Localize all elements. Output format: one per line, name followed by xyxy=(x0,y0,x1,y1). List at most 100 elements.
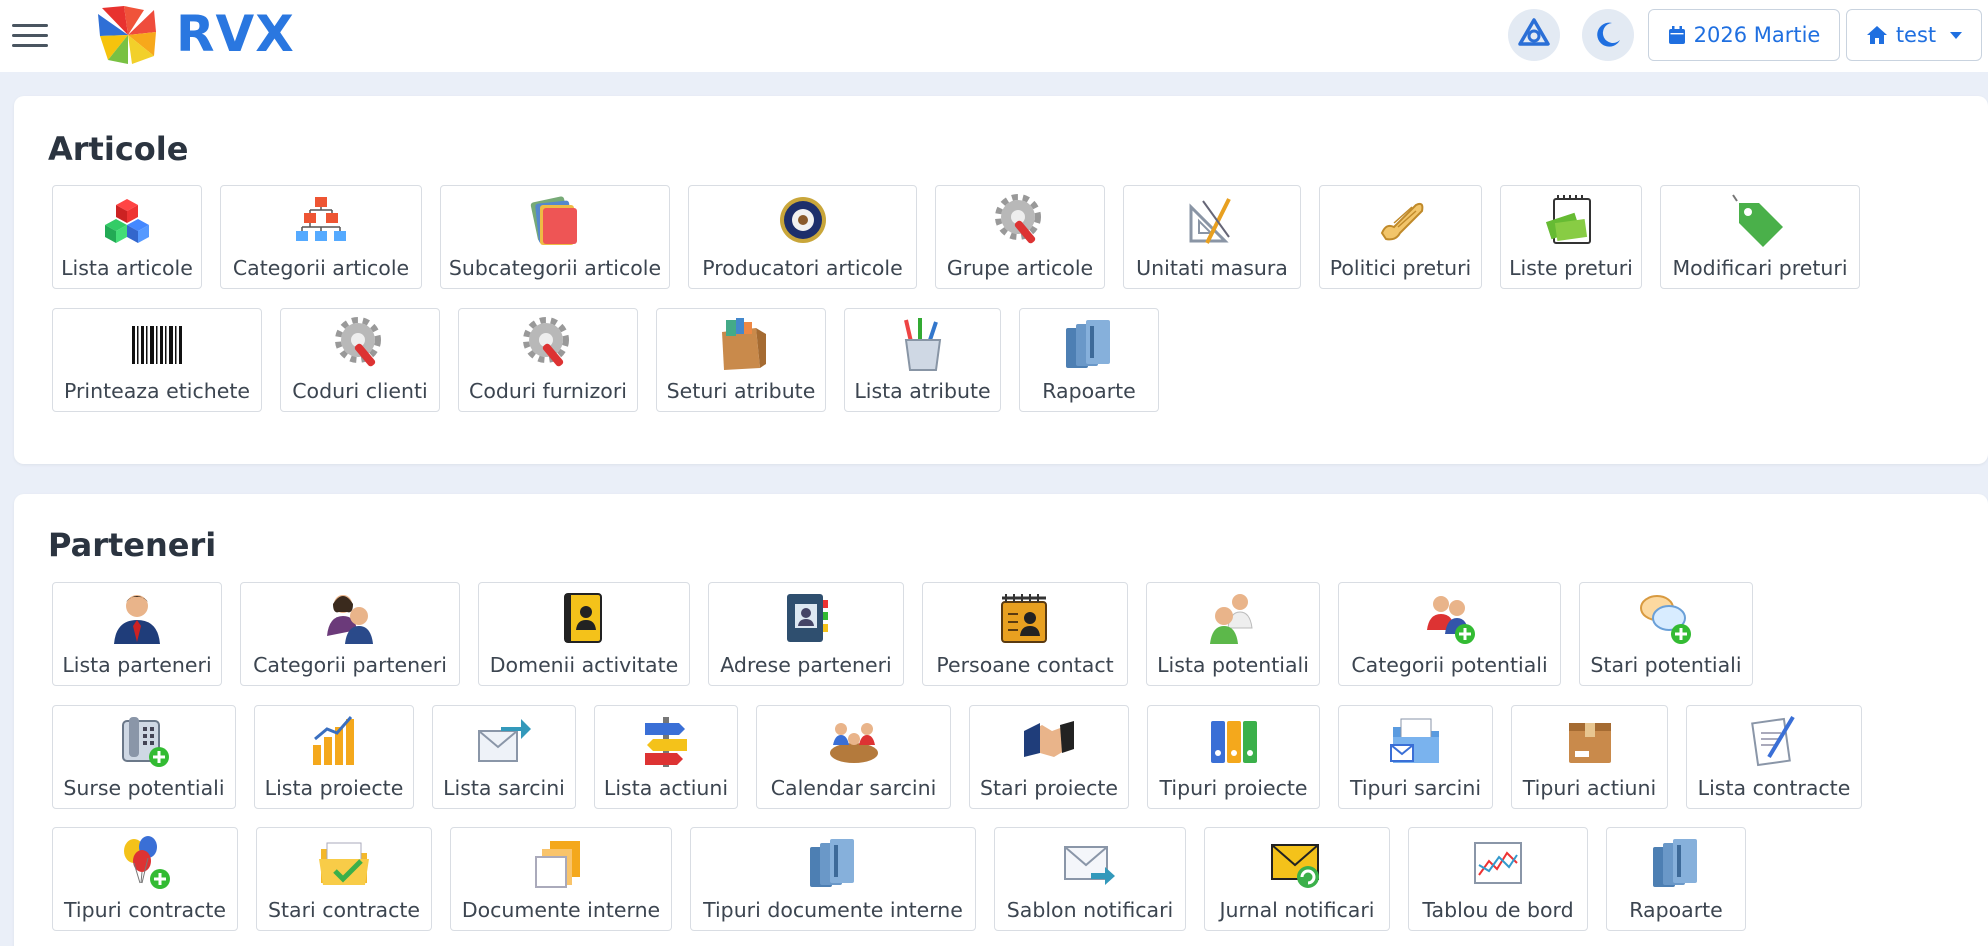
rvx-logo[interactable] xyxy=(94,2,162,68)
unity-button[interactable] xyxy=(1508,9,1560,61)
period-button[interactable]: 2026 Martie xyxy=(1648,9,1840,61)
tile-label: Sablon notificari xyxy=(1006,898,1174,922)
rolodex-icon xyxy=(996,591,1054,645)
tile-lista-articole[interactable]: Lista articole xyxy=(52,185,202,289)
tile-domenii-activitate[interactable]: Domenii activitate xyxy=(478,582,690,686)
price-tag-icon xyxy=(1731,194,1789,248)
envelope-refresh-icon xyxy=(1268,836,1326,890)
company-label: test xyxy=(1895,23,1937,47)
tile-rapoarte[interactable]: Rapoarte xyxy=(1019,308,1159,412)
tile-label: Tipuri proiecte xyxy=(1159,776,1308,800)
tile-modificari-preturi[interactable]: Modificari preturi xyxy=(1660,185,1860,289)
tile-label: Tipuri actiuni xyxy=(1522,776,1657,800)
tile-label: Subcategorii articole xyxy=(448,256,662,280)
address-book-icon xyxy=(555,591,613,645)
tile-adrese-parteneri[interactable]: Adrese parteneri xyxy=(708,582,904,686)
signpost-icon xyxy=(637,714,695,768)
tile-seturi-atribute[interactable]: Seturi atribute xyxy=(656,308,826,412)
tile-lista-potentiali[interactable]: Lista potentiali xyxy=(1146,582,1320,686)
tile-label: Categorii potentiali xyxy=(1351,653,1548,677)
dark-mode-toggle[interactable] xyxy=(1582,9,1634,61)
people-icon xyxy=(321,591,379,645)
top-navbar: RVX 2026 Martie test xyxy=(0,0,1988,72)
tile-label: Printeaza etichete xyxy=(63,379,251,403)
cubes-icon xyxy=(98,194,156,248)
drafting-tools-icon xyxy=(1183,194,1241,248)
handshake-icon xyxy=(1020,714,1078,768)
scroll-icon xyxy=(1372,194,1430,248)
tile-printeaza-etichete[interactable]: Printeaza etichete xyxy=(52,308,262,412)
calendar-icon xyxy=(1668,26,1685,44)
tile-producatori-articole[interactable]: Producatori articole xyxy=(688,185,917,289)
section-title: Parteneri xyxy=(48,526,217,564)
meeting-icon xyxy=(825,714,883,768)
tile-tablou-de-bord[interactable]: Tablou de bord xyxy=(1408,827,1588,931)
company-dropdown[interactable]: test xyxy=(1846,9,1982,61)
tile-lista-actiuni[interactable]: Lista actiuni xyxy=(594,705,738,809)
tile-subcategorii-articole[interactable]: Subcategorii articole xyxy=(440,185,670,289)
tile-label: Domenii activitate xyxy=(489,653,679,677)
paper-bag-icon xyxy=(712,317,770,371)
tile-politici-preturi[interactable]: Politici preturi xyxy=(1319,185,1482,289)
tile-label: Adrese parteneri xyxy=(720,653,892,677)
tile-label: Stari potentiali xyxy=(1590,653,1742,677)
section-title: Articole xyxy=(48,130,189,168)
brand-name: RVX xyxy=(176,5,295,63)
tile-categorii-potentiali[interactable]: Categorii potentiali xyxy=(1338,582,1561,686)
tile-label: Lista parteneri xyxy=(62,653,212,677)
tile-surse-potentiali[interactable]: Surse potentiali xyxy=(52,705,236,809)
box-icon xyxy=(1561,714,1619,768)
tile-calendar-sarcini[interactable]: Calendar sarcini xyxy=(756,705,951,809)
tile-documente-interne[interactable]: Documente interne xyxy=(450,827,672,931)
tile-grupe-articole[interactable]: Grupe articole xyxy=(935,185,1105,289)
tile-lista-parteneri[interactable]: Lista parteneri xyxy=(52,582,222,686)
document-pen-icon xyxy=(1745,714,1803,768)
tile-label: Stari contracte xyxy=(267,898,420,922)
home-icon xyxy=(1866,26,1887,44)
tile-jurnal-notificari[interactable]: Jurnal notificari xyxy=(1204,827,1390,931)
tile-coduri-clienti[interactable]: Coduri clienti xyxy=(280,308,440,412)
tile-tipuri-documente-interne[interactable]: Tipuri documente interne xyxy=(690,827,976,931)
binders-icon xyxy=(804,836,862,890)
tile-stari-potentiali[interactable]: Stari potentiali xyxy=(1579,582,1753,686)
tile-label: Categorii parteneri xyxy=(253,653,447,677)
chevron-down-icon xyxy=(1950,31,1963,39)
tile-lista-proiecte[interactable]: Lista proiecte xyxy=(254,705,414,809)
gear-wrench-icon xyxy=(519,317,577,371)
tile-label: Tipuri contracte xyxy=(64,898,226,922)
tile-stari-contracte[interactable]: Stari contracte xyxy=(256,827,432,931)
tile-liste-preturi[interactable]: Liste preturi xyxy=(1500,185,1642,289)
users-icon xyxy=(1204,591,1262,645)
tile-rapoarte[interactable]: Rapoarte xyxy=(1606,827,1746,931)
tile-label: Seturi atribute xyxy=(666,379,816,403)
tile-label: Tablou de bord xyxy=(1422,898,1574,922)
tile-unitati-masura[interactable]: Unitati masura xyxy=(1123,185,1301,289)
tile-label: Coduri clienti xyxy=(292,379,428,403)
tile-label: Surse potentiali xyxy=(63,776,225,800)
tile-label: Lista contracte xyxy=(1697,776,1851,800)
tile-coduri-furnizori[interactable]: Coduri furnizori xyxy=(458,308,638,412)
tile-tipuri-actiuni[interactable]: Tipuri actiuni xyxy=(1511,705,1668,809)
tile-stari-proiecte[interactable]: Stari proiecte xyxy=(969,705,1129,809)
tile-label: Lista atribute xyxy=(854,379,991,403)
menu-toggle-icon[interactable] xyxy=(12,24,48,48)
phone-add-icon xyxy=(115,714,173,768)
tile-tipuri-contracte[interactable]: Tipuri contracte xyxy=(52,827,238,931)
tile-lista-sarcini[interactable]: Lista sarcini xyxy=(432,705,576,809)
tile-categorii-parteneri[interactable]: Categorii parteneri xyxy=(240,582,460,686)
tile-label: Calendar sarcini xyxy=(770,776,937,800)
folders-icon xyxy=(526,194,584,248)
bar-chart-icon xyxy=(305,714,363,768)
tile-label: Lista articole xyxy=(61,256,193,280)
balloons-add-icon xyxy=(116,836,174,890)
tile-tipuri-sarcini[interactable]: Tipuri sarcini xyxy=(1338,705,1493,809)
tile-sablon-notificari[interactable]: Sablon notificari xyxy=(994,827,1186,931)
hierarchy-icon xyxy=(292,194,350,248)
tile-tipuri-proiecte[interactable]: Tipuri proiecte xyxy=(1147,705,1320,809)
tile-lista-contracte[interactable]: Lista contracte xyxy=(1686,705,1862,809)
gear-wrench-icon xyxy=(331,317,389,371)
tile-lista-atribute[interactable]: Lista atribute xyxy=(844,308,1001,412)
tile-persoane-contact[interactable]: Persoane contact xyxy=(922,582,1128,686)
tile-categorii-articole[interactable]: Categorii articole xyxy=(220,185,422,289)
tile-label: Categorii articole xyxy=(232,256,410,280)
